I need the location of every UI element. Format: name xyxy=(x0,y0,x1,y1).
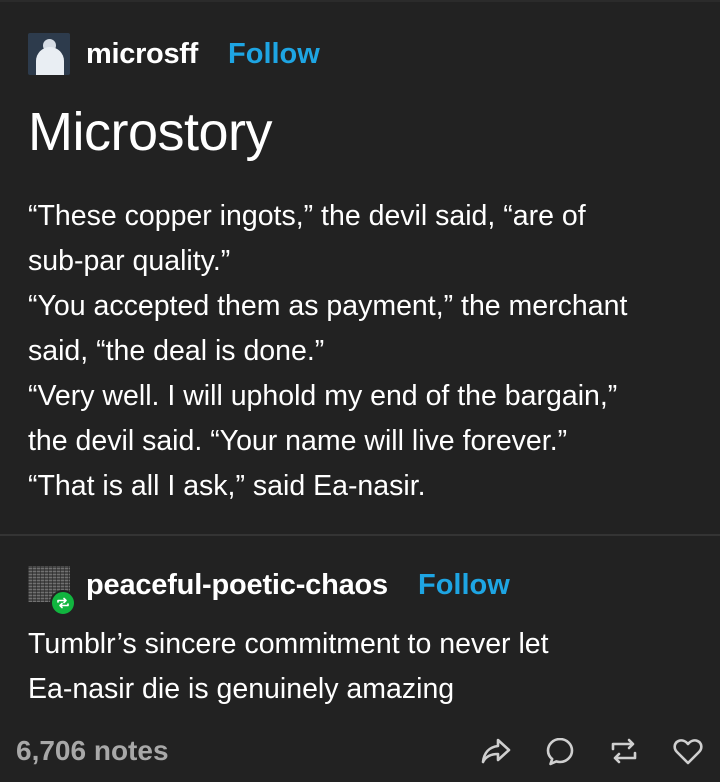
post-footer: 6,706 notes xyxy=(16,728,706,774)
reblog-header: peaceful-poetic-chaos Follow xyxy=(28,560,510,616)
post-body-line: sub-par quality.” xyxy=(28,245,231,277)
reply-icon[interactable] xyxy=(542,733,578,769)
reblog-icon[interactable] xyxy=(606,733,642,769)
post-body-line: “That is all I ask,” said Ea-nasir. xyxy=(28,470,426,502)
post-body-line: “Very well. I will uphold my end of the … xyxy=(28,380,618,412)
like-icon[interactable] xyxy=(670,733,706,769)
top-divider xyxy=(0,0,720,2)
post-body: “These copper ingots,” the devil said, “… xyxy=(28,194,708,509)
post-actions xyxy=(450,733,706,769)
post-body-line: the devil said. “Your name will live for… xyxy=(28,425,568,457)
avatar-figure-body xyxy=(36,47,64,75)
reblog-avatar[interactable] xyxy=(28,564,76,616)
reblog-blog-name[interactable]: peaceful-poetic-chaos xyxy=(86,569,388,602)
post-body-line: “You accepted them as payment,” the merc… xyxy=(28,290,628,322)
blog-name[interactable]: microsff xyxy=(86,38,198,71)
reblog-divider xyxy=(0,534,720,536)
notes-count[interactable]: 6,706 notes xyxy=(16,735,169,767)
post-header: microsff Follow xyxy=(28,32,320,76)
reblog-badge-icon xyxy=(50,590,76,616)
reblog-body: Tumblr’s sincere commitment to never let… xyxy=(28,622,708,712)
avatar[interactable] xyxy=(28,33,70,75)
follow-button[interactable]: Follow xyxy=(228,38,320,71)
post-title: Microstory xyxy=(28,102,273,162)
reblog-body-line: Tumblr’s sincere commitment to never let xyxy=(28,628,549,660)
post-body-line: “These copper ingots,” the devil said, “… xyxy=(28,200,586,232)
post-body-line: said, “the deal is done.” xyxy=(28,335,325,367)
share-icon[interactable] xyxy=(478,733,514,769)
reblog-body-line: Ea-nasir die is genuinely amazing xyxy=(28,673,455,705)
reblog-follow-button[interactable]: Follow xyxy=(418,569,510,602)
